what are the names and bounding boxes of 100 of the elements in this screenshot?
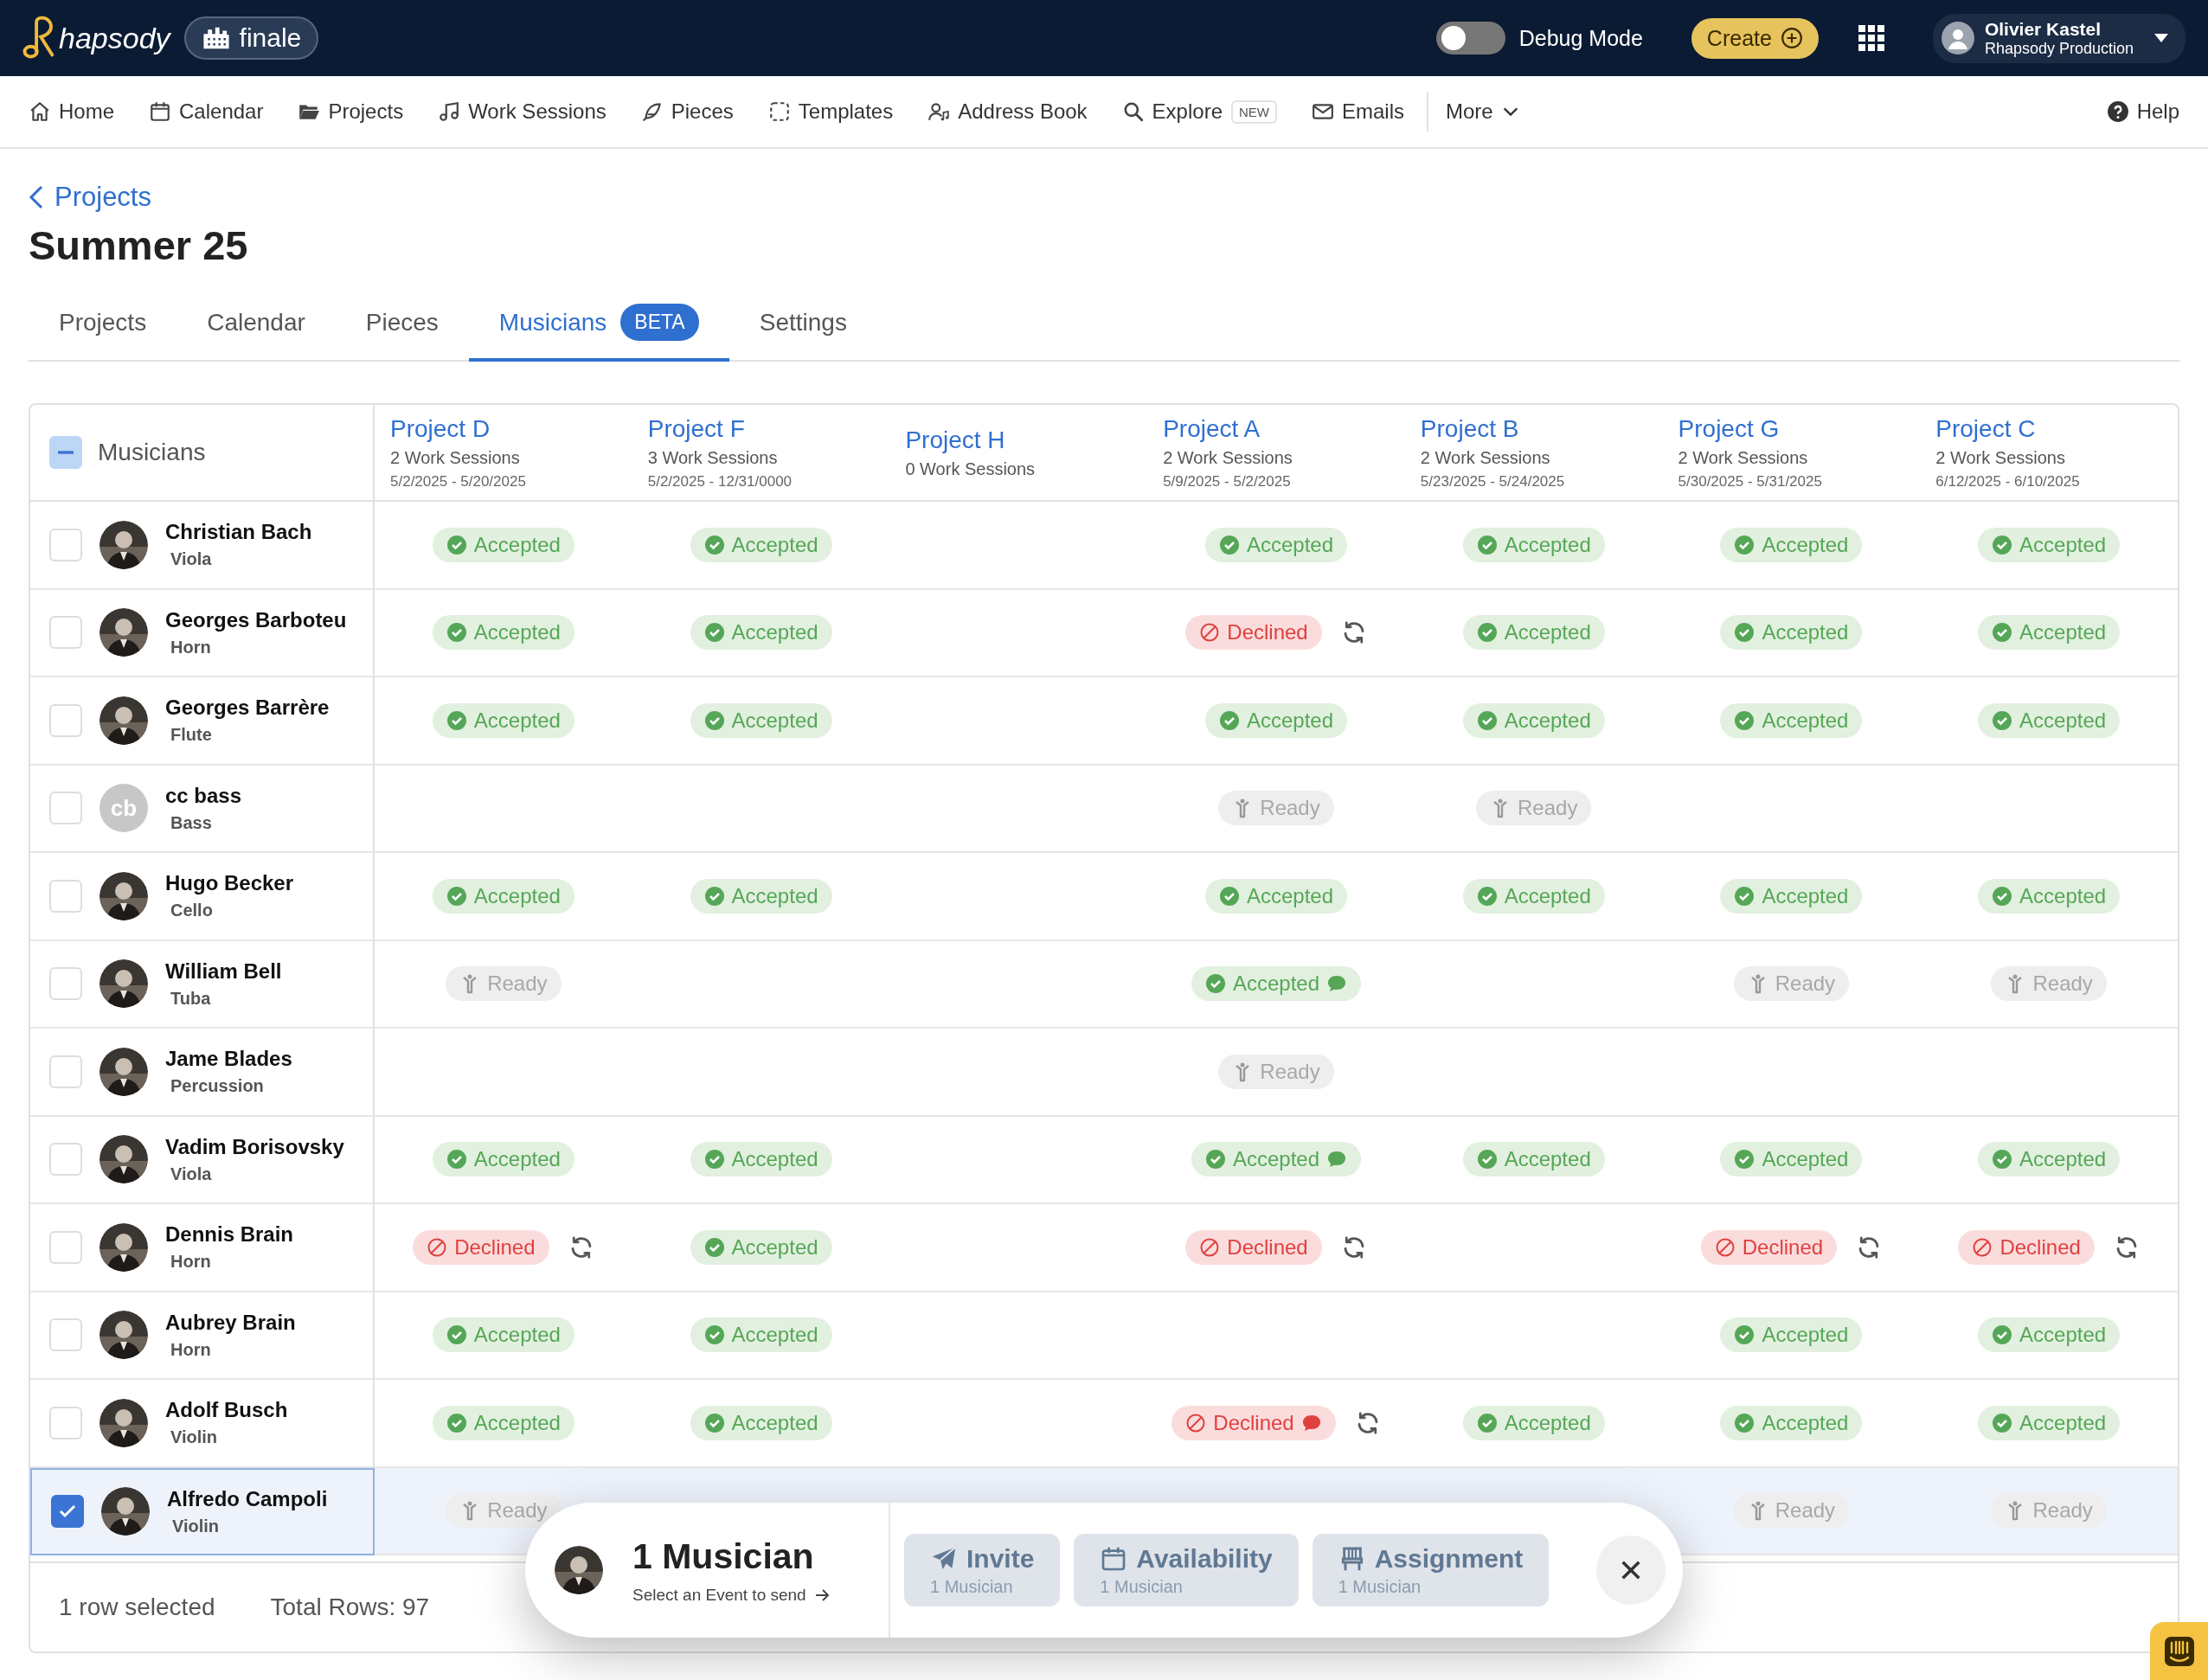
more-menu[interactable]: More	[1446, 99, 1520, 124]
status-pill[interactable]: Accepted	[1720, 615, 1863, 651]
status-pill[interactable]: Declined	[413, 1229, 549, 1265]
status-pill[interactable]: Accepted	[1462, 702, 1605, 738]
status-pill[interactable]: Accepted	[1720, 1318, 1863, 1353]
musician-name: Jame Blades	[165, 1047, 292, 1072]
create-button[interactable]: Create	[1691, 17, 1819, 59]
status-pill[interactable]: Declined	[1185, 1229, 1322, 1265]
status-pill[interactable]: Accepted	[432, 1405, 574, 1440]
status-pill[interactable]: Accepted	[690, 527, 832, 562]
status-pill[interactable]: Ready	[1733, 1493, 1850, 1529]
status-pill[interactable]: Accepted	[690, 702, 832, 738]
project-link[interactable]: Project H	[905, 426, 1148, 454]
check-circle-icon	[1476, 534, 1498, 555]
status-pill[interactable]: Ready	[1218, 791, 1334, 826]
debug-toggle[interactable]	[1435, 22, 1505, 55]
status-pill[interactable]: Accepted	[1191, 1142, 1362, 1177]
nav-link[interactable]: Emails	[1312, 99, 1404, 124]
status-pill[interactable]: Ready	[446, 966, 562, 1002]
nav-link[interactable]: Projects	[298, 99, 404, 124]
status-pill[interactable]: Accepted	[1462, 1142, 1605, 1177]
project-link[interactable]: Project A	[1163, 414, 1405, 443]
musician-name: Hugo Becker	[165, 871, 294, 896]
status-pill[interactable]: Accepted	[1720, 702, 1863, 738]
status-pill[interactable]: Accepted	[690, 878, 832, 914]
status-pill[interactable]: Accepted	[1978, 878, 2121, 914]
nav-link[interactable]: Pieces	[640, 99, 734, 124]
status-pill[interactable]: Accepted	[1720, 1142, 1863, 1177]
nav-link[interactable]: Address Book	[927, 99, 1088, 124]
action-button[interactable]: Assignment 1 Musician	[1312, 1534, 1550, 1606]
tab[interactable]: Pieces	[335, 292, 469, 362]
status-pill[interactable]: Accepted	[1462, 1405, 1605, 1440]
status-pill[interactable]: Accepted	[1462, 615, 1605, 651]
workspace-badge[interactable]: finale	[183, 16, 319, 60]
status-pill[interactable]: Accepted	[1204, 527, 1348, 562]
status-pill[interactable]: Accepted	[1191, 966, 1362, 1002]
project-link[interactable]: Project F	[647, 414, 890, 443]
status-pill[interactable]: Accepted	[690, 1405, 832, 1440]
tab[interactable]: Projects	[29, 292, 177, 362]
status-pill[interactable]: Ready	[1476, 791, 1592, 826]
select-all-checkbox[interactable]	[49, 436, 82, 469]
status-pill[interactable]: Accepted	[1720, 1405, 1863, 1440]
status-pill[interactable]: Declined	[1700, 1229, 1838, 1265]
status-pill[interactable]: Accepted	[1204, 702, 1348, 738]
status-pill[interactable]: Accepted	[432, 527, 574, 562]
tab[interactable]: Settings	[729, 292, 877, 362]
nav-link[interactable]: Explore	[1121, 99, 1223, 124]
status-pill[interactable]: Ready	[1991, 966, 2107, 1002]
status-pill[interactable]: Ready	[1733, 966, 1850, 1002]
status-pill[interactable]: Accepted	[690, 1142, 832, 1177]
tab[interactable]: Musicians BETA	[468, 292, 729, 362]
status-pill[interactable]: Declined	[1185, 615, 1322, 651]
nav-link[interactable]: Calendar	[149, 99, 264, 124]
project-link[interactable]: Project D	[390, 414, 632, 443]
project-link[interactable]: Project G	[1678, 414, 1921, 443]
musician-name: Christian Bach	[165, 520, 312, 545]
status-pill[interactable]: Accepted	[1720, 527, 1863, 562]
chat-launcher[interactable]	[2150, 1622, 2208, 1680]
musician-name: Adolf Busch	[165, 1398, 288, 1423]
row-checkbox[interactable]	[51, 1495, 84, 1529]
apps-grid-icon[interactable]	[1858, 25, 1884, 51]
status-pill[interactable]: Declined	[1958, 1229, 2095, 1265]
status-pill[interactable]: Accepted	[432, 615, 574, 651]
status-pill[interactable]: Ready	[1218, 1054, 1334, 1089]
status-pill[interactable]: Accepted	[432, 1318, 574, 1353]
calendar-icon	[149, 100, 172, 123]
status-pill[interactable]: Accepted	[1978, 1142, 2121, 1177]
status-pill[interactable]: Accepted	[1204, 878, 1348, 914]
status-pill[interactable]: Declined	[1171, 1405, 1336, 1440]
status-pill[interactable]: Accepted	[1978, 702, 2121, 738]
action-button[interactable]: Availability 1 Musician	[1074, 1534, 1299, 1606]
user-menu[interactable]: Olivier Kastel Rhapsody Production	[1932, 13, 2186, 63]
check-circle-icon	[1476, 622, 1498, 644]
action-button[interactable]: Invite 1 Musician	[904, 1534, 1061, 1606]
status-pill[interactable]: Ready	[1991, 1493, 2107, 1529]
check-circle-icon	[1218, 709, 1240, 731]
project-link[interactable]: Project C	[1935, 414, 2178, 443]
nav-link[interactable]: Work Sessions	[438, 99, 607, 124]
status-pill[interactable]: Ready	[446, 1493, 562, 1529]
status-pill[interactable]: Accepted	[1978, 527, 2121, 562]
tab[interactable]: Calendar	[177, 292, 336, 362]
status-pill[interactable]: Accepted	[1720, 878, 1863, 914]
status-pill[interactable]: Accepted	[432, 1142, 574, 1177]
status-pill[interactable]: Accepted	[1978, 615, 2121, 651]
help-link[interactable]: Help	[2106, 99, 2179, 124]
status-pill[interactable]: Accepted	[690, 1229, 832, 1265]
status-pill[interactable]: Accepted	[432, 702, 574, 738]
check-circle-icon	[446, 1412, 467, 1433]
status-pill[interactable]: Accepted	[690, 1318, 832, 1353]
status-pill[interactable]: Accepted	[690, 615, 832, 651]
caret-icon	[2153, 32, 2170, 44]
status-pill[interactable]: Accepted	[432, 878, 574, 914]
status-pill[interactable]: Accepted	[1462, 878, 1605, 914]
status-pill[interactable]: Accepted	[1978, 1318, 2121, 1353]
nav-link[interactable]: Home	[29, 99, 115, 124]
status-pill[interactable]: Accepted	[1462, 527, 1605, 562]
status-pill[interactable]: Accepted	[1978, 1405, 2121, 1440]
back-link[interactable]: Projects	[29, 182, 2179, 213]
project-link[interactable]: Project B	[1420, 414, 1663, 443]
nav-link[interactable]: Templates	[767, 99, 894, 124]
